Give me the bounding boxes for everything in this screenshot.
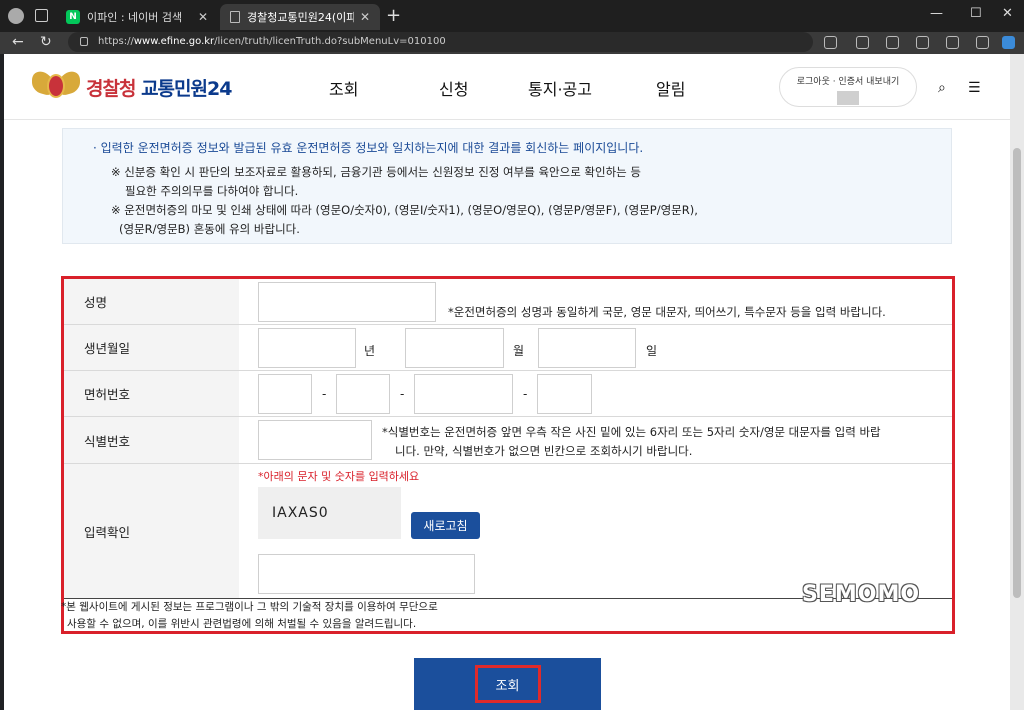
account-box[interactable]: 로그아웃 · 인증서 내보내기	[779, 67, 917, 107]
collections-icon[interactable]	[916, 36, 929, 49]
url-path: /licen/truth/licenTruth.do?subMenuLv=010…	[214, 36, 446, 47]
notice-line: ※ 신분증 확인 시 판단의 보조자료로 활용하되, 금융기관 등에서는 신원정…	[111, 165, 641, 179]
dash: -	[322, 387, 327, 401]
scrollbar-thumb[interactable]	[1013, 148, 1021, 598]
birth-day-input[interactable]	[538, 328, 636, 368]
notice-line: ※ 운전면허증의 마모 및 인쇄 상태에 따라 (영문O/숫자0), (영문I/…	[111, 203, 698, 217]
month-unit: 월	[513, 344, 525, 358]
birth-month-input[interactable]	[405, 328, 504, 368]
form-row-captcha: 입력확인 *아래의 문자 및 숫자를 입력하세요 IAXAS0 새로고침	[64, 464, 952, 598]
page-viewport: 경찰청 교통민원24 조회 신청 통지·공고 알림 로그아웃 · 인증서 내보내…	[4, 54, 1010, 710]
browser-tab-efine[interactable]: 경찰청교통민원24(이파인) ✕	[220, 4, 380, 30]
birth-year-input[interactable]	[258, 328, 356, 368]
form-row-name: 성명 *운전면허증의 성명과 동일하게 국문, 영문 대문자, 띄어쓰기, 특수…	[64, 279, 952, 325]
license-part3-input[interactable]	[414, 374, 513, 414]
nav-alerts[interactable]: 알림	[656, 76, 685, 100]
window-close-icon[interactable]: ✕	[1002, 6, 1013, 21]
maximize-icon[interactable]: ☐	[970, 6, 982, 21]
page-scrollbar[interactable]	[1010, 54, 1024, 710]
naver-favicon-icon: N	[66, 10, 80, 24]
submit-label: 조회	[474, 665, 541, 703]
form-row-birth: 생년월일 년 월 일	[64, 325, 952, 371]
notice-box: · 입력한 운전면허증 정보와 발급된 유효 운전면허증 정보와 일치하는지에 …	[62, 128, 952, 244]
serial-hint: *식별번호는 운전면허증 앞면 우측 작은 사진 밑에 있는 6자리 또는 5자…	[382, 425, 881, 458]
name-hint: *운전면허증의 성명과 동일하게 국문, 영문 대문자, 띄어쓰기, 특수문자 …	[448, 305, 886, 319]
browser-tab-bar: N 이파인 : 네이버 검색 ✕ 경찰청교통민원24(이파인) ✕ + — ☐ …	[0, 0, 1024, 32]
name-input[interactable]	[258, 282, 436, 322]
license-part1-input[interactable]	[258, 374, 312, 414]
submit-inquiry-button[interactable]: 조회	[414, 658, 601, 710]
split-screen-icon[interactable]	[856, 36, 869, 49]
police-emblem-icon	[32, 69, 80, 104]
account-links[interactable]: 로그아웃 · 인증서 내보내기	[797, 77, 900, 87]
name-label: 성명	[64, 279, 239, 324]
menu-icon[interactable]: ☰	[968, 80, 981, 96]
captcha-label: 입력확인	[64, 464, 239, 598]
close-icon[interactable]: ✕	[198, 10, 208, 24]
search-icon[interactable]: ⌕	[938, 80, 946, 96]
dash: -	[400, 387, 405, 401]
logo-text: 경찰청 교통민원24	[86, 77, 232, 100]
serial-input[interactable]	[258, 420, 372, 460]
copilot-icon[interactable]	[1002, 36, 1015, 49]
birth-label: 생년월일	[64, 325, 239, 370]
profile-icon[interactable]	[8, 8, 24, 24]
site-header: 경찰청 교통민원24 조회 신청 통지·공고 알림 로그아웃 · 인증서 내보내…	[4, 54, 1010, 120]
copyright-footnote: *본 웹사이트에 게시된 정보는 프로그램이나 그 밖의 기술적 장치를 이용하…	[61, 601, 438, 630]
captcha-image: IAXAS0	[258, 487, 401, 539]
browser-toolbar: ← ↻ https://www.efine.go.kr/licen/truth/…	[0, 32, 1024, 54]
browser-tab-naver[interactable]: N 이파인 : 네이버 검색 ✕	[56, 4, 218, 30]
form-row-license: 면허번호 - - -	[64, 371, 952, 417]
url-host: www.efine.go.kr	[133, 36, 215, 47]
page-favicon-icon	[230, 11, 240, 23]
address-bar[interactable]: https://www.efine.go.kr/licen/truth/lice…	[68, 32, 813, 52]
license-part4-input[interactable]	[537, 374, 592, 414]
browser-essentials-icon[interactable]	[946, 36, 959, 49]
tab-label: 경찰청교통민원24(이파인)	[247, 11, 354, 24]
dash: -	[523, 387, 528, 401]
close-icon[interactable]: ✕	[360, 10, 370, 24]
notice-lead: · 입력한 운전면허증 정보와 발급된 유효 운전면허증 정보와 일치하는지에 …	[93, 141, 644, 155]
captcha-warning: *아래의 문자 및 숫자를 입력하세요	[258, 470, 420, 483]
serial-label: 식별번호	[64, 417, 239, 463]
form-row-serial: 식별번호 *식별번호는 운전면허증 앞면 우측 작은 사진 밑에 있는 6자리 …	[64, 417, 952, 464]
new-tab-icon[interactable]: +	[386, 6, 401, 26]
settings-menu-icon[interactable]	[976, 36, 989, 49]
lock-icon	[80, 37, 88, 46]
nav-apply[interactable]: 신청	[439, 76, 468, 100]
url-prefix: https://	[98, 36, 134, 47]
day-unit: 일	[646, 344, 658, 358]
tab-label: 이파인 : 네이버 검색	[87, 11, 183, 24]
user-name-redacted	[837, 91, 859, 105]
captcha-input[interactable]	[258, 554, 475, 594]
tab-actions-icon[interactable]	[35, 9, 48, 22]
minimize-icon[interactable]: —	[930, 6, 943, 21]
watermark: SEMOMO	[802, 582, 921, 607]
license-part2-input[interactable]	[336, 374, 390, 414]
year-unit: 년	[364, 344, 376, 358]
notice-line: 필요한 주의의무를 다하여야 합니다.	[125, 184, 299, 198]
favorites-icon[interactable]	[886, 36, 899, 49]
reload-icon[interactable]: ↻	[40, 34, 52, 50]
license-label: 면허번호	[64, 371, 239, 416]
nav-notice[interactable]: 통지·공고	[528, 76, 592, 100]
nav-inquiry[interactable]: 조회	[329, 76, 358, 100]
captcha-refresh-button[interactable]: 새로고침	[411, 512, 480, 539]
back-icon[interactable]: ←	[12, 34, 24, 50]
site-logo[interactable]: 경찰청 교통민원24	[32, 69, 232, 104]
notice-line: (영문R/영문B) 혼동에 유의 바랍니다.	[119, 222, 300, 236]
extensions-icon[interactable]	[824, 36, 837, 49]
